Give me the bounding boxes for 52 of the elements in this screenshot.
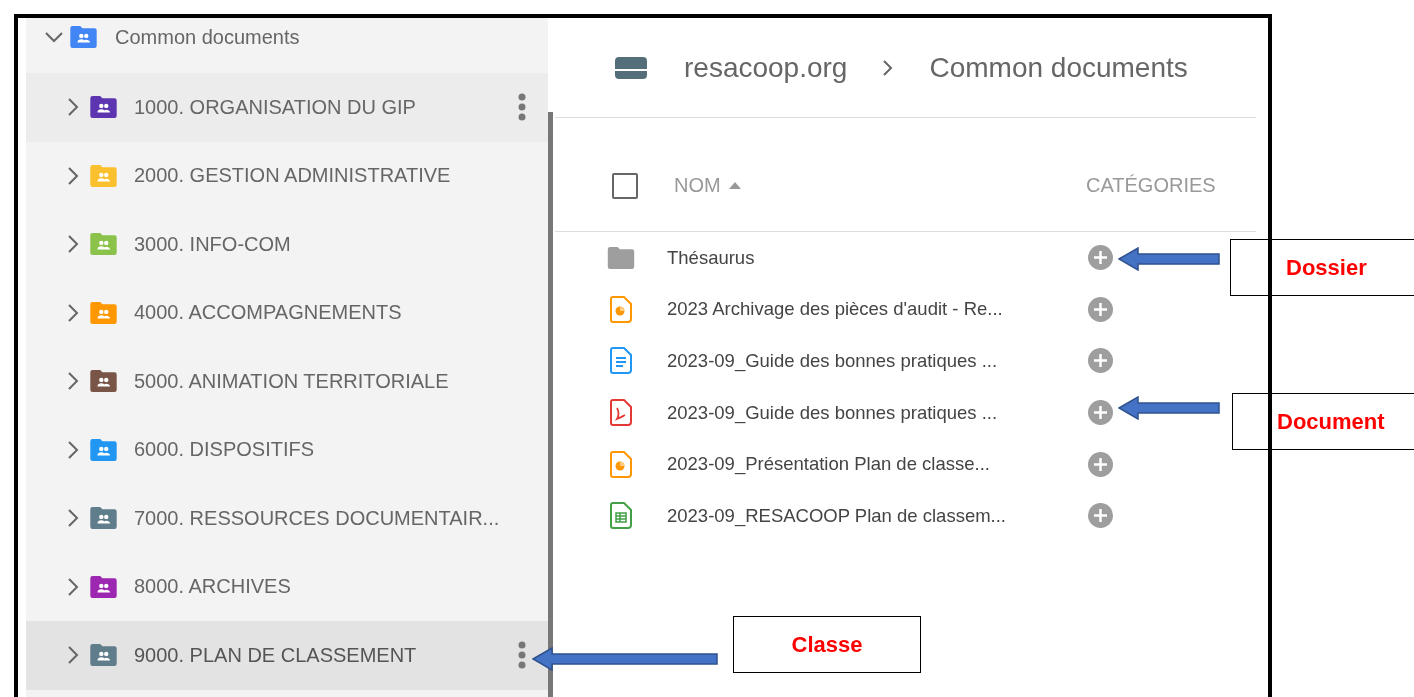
tree-item[interactable]: 2000. GESTION ADMINISTRATIVE (26, 141, 548, 210)
more-icon[interactable] (518, 641, 526, 670)
tree-item[interactable]: 6000. DISPOSITIFS (26, 415, 548, 484)
column-header[interactable]: NOM (674, 174, 741, 197)
add-category-icon[interactable] (1088, 503, 1113, 529)
file-name[interactable]: 2023-09_Présentation Plan de classe... (667, 453, 1088, 476)
chevron-right-icon[interactable] (68, 509, 79, 528)
sort-ascending-icon (728, 182, 741, 189)
add-category-icon[interactable] (1088, 400, 1113, 426)
tree-item[interactable]: 9000. PLAN DE CLASSEMENT (26, 621, 548, 690)
file-name[interactable]: Thésaurus (667, 246, 1088, 269)
add-category-icon[interactable] (1088, 296, 1113, 322)
pdf-file-icon (610, 399, 632, 427)
tree-item[interactable]: 5000. ANIMATION TERRITORIALE (26, 347, 548, 416)
scrollbar[interactable] (548, 112, 553, 697)
chevron-right-icon[interactable] (68, 440, 79, 459)
add-category-icon[interactable] (1088, 348, 1113, 374)
add-category-icon[interactable] (1088, 245, 1113, 271)
add-category-icon[interactable] (1088, 451, 1113, 477)
chevron-right-icon[interactable] (68, 98, 79, 117)
chevron-right-icon[interactable] (68, 577, 79, 596)
tree-item[interactable]: 1000. ORGANISATION DU GIP (26, 73, 548, 142)
doc-file-icon (610, 347, 632, 375)
slides-file-icon (610, 450, 632, 478)
chevron-right-icon[interactable] (68, 166, 79, 185)
chevron-right-icon[interactable] (68, 646, 79, 665)
sheet-file-icon (610, 502, 632, 530)
breadcrumb-separator-icon (883, 59, 894, 76)
select-all-checkbox[interactable] (612, 172, 638, 199)
tree-item[interactable]: 3000. INFO-COM (26, 210, 548, 279)
tree-item[interactable]: 7000. RESSOURCES DOCUMENTAIR... (26, 484, 548, 553)
drive-icon (614, 55, 648, 80)
file-name[interactable]: 2023 Archivage des pièces d'audit - Re... (667, 298, 1088, 321)
callout-label: Classe (733, 616, 921, 673)
chevron-down-icon[interactable] (45, 32, 63, 43)
chevron-right-icon[interactable] (68, 235, 79, 254)
file-name[interactable]: 2023-09_RESACOOP Plan de classem... (667, 504, 1088, 527)
column-header[interactable]: CATÉGORIES (1086, 174, 1216, 197)
breadcrumb-link[interactable]: Common documents (929, 51, 1188, 84)
tree-item[interactable]: 8000. ARCHIVES (26, 552, 548, 621)
file-name[interactable]: 2023-09_Guide des bonnes pratiques ... (667, 401, 1088, 424)
chevron-right-icon[interactable] (68, 372, 79, 391)
folder-icon (607, 246, 635, 269)
callout-label: Document (1232, 393, 1414, 450)
tree-item[interactable]: 4000. ACCOMPAGNEMENTS (26, 278, 548, 347)
callout-label: Dossier (1230, 239, 1414, 296)
file-name[interactable]: 2023-09_Guide des bonnes pratiques ... (667, 350, 1088, 372)
tree-item-label[interactable]: Common documents (115, 26, 300, 49)
slides-file-icon (610, 295, 632, 323)
breadcrumb-link[interactable]: resacoop.org (684, 51, 848, 84)
more-icon[interactable] (518, 93, 526, 122)
chevron-right-icon[interactable] (68, 303, 79, 322)
